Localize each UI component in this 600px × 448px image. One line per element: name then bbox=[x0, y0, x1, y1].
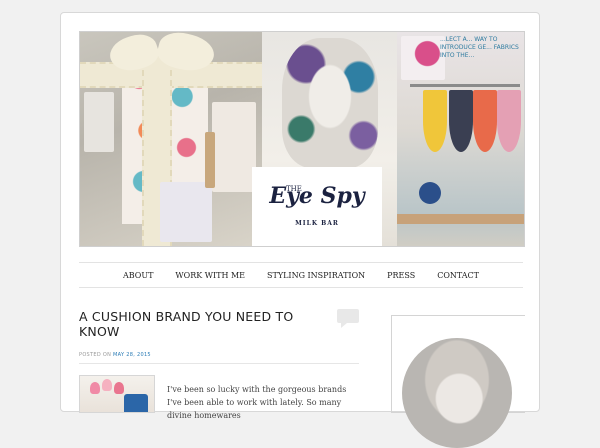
banner-panel-ribbon bbox=[80, 32, 262, 246]
banner-corner-text: ...LECT A... WAY TO INTRODUCE GE... FABR… bbox=[440, 36, 519, 59]
banner-floral-card bbox=[401, 36, 445, 80]
banner-shelf bbox=[397, 214, 524, 224]
thumb-tulip-1 bbox=[90, 382, 100, 394]
banner-swatch-yellow bbox=[423, 90, 447, 152]
banner-card-left bbox=[84, 92, 114, 152]
thumb-blue-cushion bbox=[124, 394, 148, 412]
banner-swatch-orange bbox=[473, 90, 497, 152]
nav-item-press[interactable]: PRESS bbox=[387, 271, 415, 280]
profile-avatar[interactable] bbox=[402, 338, 512, 448]
thumb-tulip-3 bbox=[114, 382, 124, 394]
post-date-link[interactable]: MAY 28, 2015 bbox=[113, 352, 151, 358]
banner-card-right bbox=[212, 102, 256, 192]
nav-item-contact[interactable]: CONTACT bbox=[437, 271, 479, 280]
logo-sub-text: MILK BAR bbox=[295, 220, 339, 227]
comment-bubble-icon[interactable] bbox=[337, 309, 359, 328]
banner-blue-cup bbox=[419, 182, 441, 204]
main-navigation: ABOUT WORK WITH ME STYLING INSPIRATION P… bbox=[79, 262, 523, 288]
post-excerpt: I've been so lucky with the gorgeous bra… bbox=[167, 385, 347, 420]
banner-card-bottom bbox=[160, 182, 212, 242]
post-meta-prefix: POSTED ON bbox=[79, 352, 112, 358]
nav-item-about[interactable]: ABOUT bbox=[123, 271, 153, 280]
banner-wooden-clip bbox=[205, 132, 215, 188]
post-meta: POSTED ON MAY 28, 2015 bbox=[79, 352, 151, 358]
post-divider bbox=[79, 363, 359, 364]
banner-swatch-pink bbox=[497, 90, 521, 152]
banner-hanging-rod bbox=[410, 84, 520, 87]
header-banner-image[interactable]: ...LECT A... WAY TO INTRODUCE GE... FABR… bbox=[79, 31, 525, 247]
nav-item-styling-inspiration[interactable]: STYLING INSPIRATION bbox=[267, 271, 365, 280]
nav-item-work-with-me[interactable]: WORK WITH ME bbox=[175, 271, 245, 280]
site-logo[interactable]: THE Eye Spy MILK BAR bbox=[252, 167, 382, 246]
page-container: ...LECT A... WAY TO INTRODUCE GE... FABR… bbox=[60, 12, 540, 448]
post-title[interactable]: A CUSHION BRAND YOU NEED TO KNOW bbox=[79, 309, 319, 339]
banner-portrait-art bbox=[282, 38, 378, 168]
sidebar-profile-widget bbox=[391, 315, 525, 448]
banner-swatch-dark bbox=[449, 90, 473, 152]
logo-main-text: Eye Spy bbox=[269, 183, 365, 209]
post-thumbnail[interactable] bbox=[79, 375, 155, 413]
thumb-tulip-2 bbox=[102, 379, 112, 391]
